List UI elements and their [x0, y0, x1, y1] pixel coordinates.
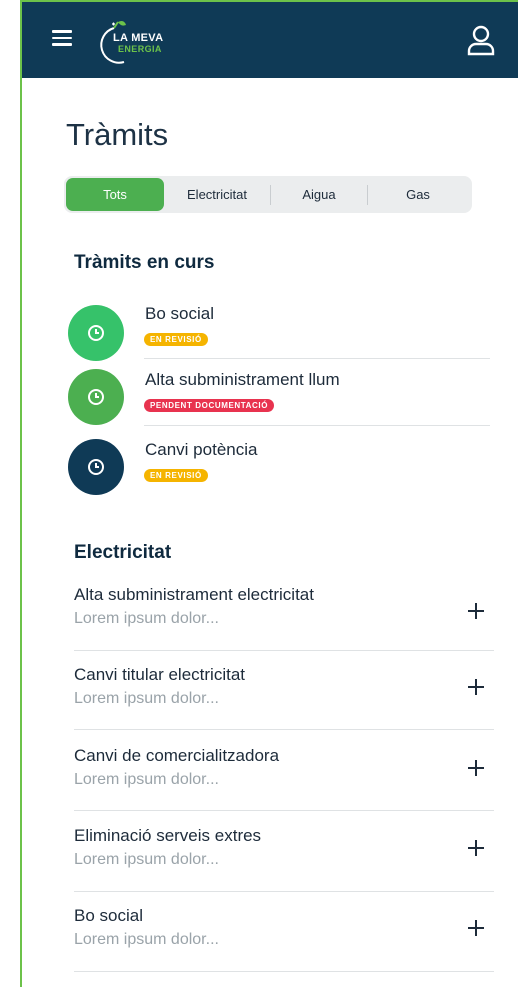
- clock-icon: [68, 439, 124, 495]
- item-subtitle: Lorem ipsum dolor...: [74, 851, 219, 868]
- electricity-item-bo-social[interactable]: Bo social Lorem ipsum dolor...: [74, 906, 494, 986]
- electricity-item-eliminacio-serveis[interactable]: Eliminació serveis extres Lorem ipsum do…: [74, 826, 494, 906]
- status-badge: EN REVISIÓ: [144, 469, 208, 482]
- hamburger-icon[interactable]: [52, 30, 72, 46]
- electricity-item-canvi-titular[interactable]: Canvi titular electricitat Lorem ipsum d…: [74, 665, 494, 745]
- in-progress-item-alta-subministrament-llum[interactable]: Alta subministrament llum PENDENT DOCUME…: [68, 369, 490, 430]
- tab-electricitat[interactable]: Electricitat: [164, 178, 270, 211]
- app-header: LA MEVA ENERGIA: [22, 2, 518, 78]
- item-title: Eliminació serveis extres: [74, 826, 262, 845]
- electricity-item-alta-subministrament[interactable]: Alta subministrament electricitat Lorem …: [74, 585, 494, 665]
- tab-aigua[interactable]: Aigua: [271, 178, 367, 211]
- item-subtitle: Lorem ipsum dolor...: [74, 931, 219, 948]
- electricity-item-canvi-comercialitzadora[interactable]: Canvi de comercialitzadora Lorem ipsum d…: [74, 746, 494, 826]
- plus-icon[interactable]: [468, 679, 484, 695]
- clock-icon: [68, 369, 124, 425]
- process-name: Bo social: [145, 304, 214, 323]
- item-subtitle: Lorem ipsum dolor...: [74, 771, 219, 788]
- logo-text-line2: ENERGIA: [118, 44, 162, 54]
- user-icon[interactable]: [466, 24, 496, 56]
- divider: [74, 650, 494, 651]
- clock-icon: [68, 305, 124, 361]
- in-progress-item-bo-social[interactable]: Bo social EN REVISIÓ: [68, 304, 490, 364]
- process-name: Alta subministrament llum: [145, 370, 340, 389]
- status-badge: PENDENT DOCUMENTACIÓ: [144, 399, 275, 412]
- process-name: Canvi potència: [145, 440, 258, 459]
- divider: [74, 891, 494, 892]
- divider: [74, 971, 494, 972]
- plus-icon[interactable]: [468, 603, 484, 619]
- frame-border-left: [20, 0, 22, 987]
- item-title: Canvi de comercialitzadora: [74, 746, 280, 765]
- status-badge: EN REVISIÓ: [144, 333, 208, 346]
- logo-text-line1: LA MEVA: [113, 32, 164, 44]
- divider: [74, 729, 494, 730]
- plus-icon[interactable]: [468, 760, 484, 776]
- item-title: Bo social: [74, 906, 143, 925]
- plus-icon[interactable]: [468, 920, 484, 936]
- divider: [144, 425, 490, 426]
- item-title: Alta subministrament electricitat: [74, 585, 314, 604]
- electricity-section-title: Electricitat: [74, 542, 172, 563]
- plus-icon[interactable]: [468, 840, 484, 856]
- tab-tots[interactable]: Tots: [66, 178, 164, 211]
- page-title: Tràmits: [66, 117, 169, 152]
- in-progress-section-title: Tràmits en curs: [74, 252, 215, 273]
- divider: [144, 358, 490, 359]
- tab-gas[interactable]: Gas: [368, 178, 468, 211]
- brand-logo[interactable]: LA MEVA ENERGIA: [88, 16, 188, 66]
- item-subtitle: Lorem ipsum dolor...: [74, 690, 219, 707]
- item-subtitle: Lorem ipsum dolor...: [74, 610, 219, 627]
- filter-segmented-control: Tots Electricitat Aigua Gas: [64, 176, 472, 213]
- item-title: Canvi titular electricitat: [74, 665, 246, 684]
- in-progress-item-canvi-potencia[interactable]: Canvi potència EN REVISIÓ: [68, 439, 490, 500]
- divider: [74, 810, 494, 811]
